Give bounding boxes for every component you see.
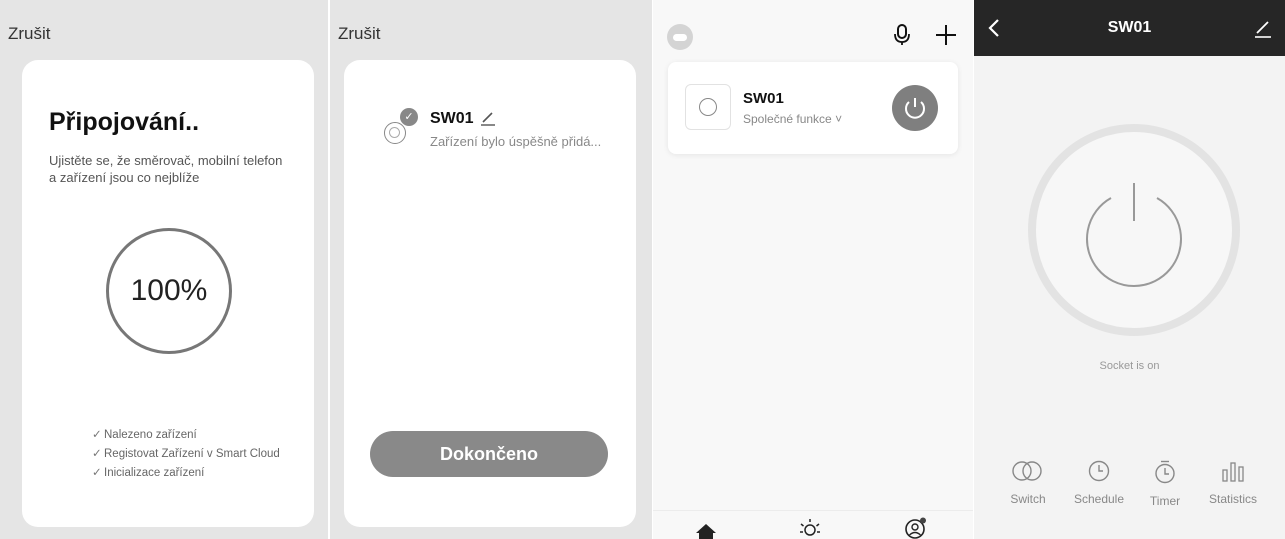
progress-ring: 100% xyxy=(106,228,232,354)
top-bar: SW01 xyxy=(974,0,1285,56)
power-toggle[interactable] xyxy=(1027,123,1241,337)
profile-icon[interactable] xyxy=(903,517,927,539)
device-status-text: Zařízení bylo úspěšně přidá... xyxy=(430,134,602,149)
device-added-card: ✓ SW01 Zařízení bylo úspěšně přidá... Do… xyxy=(344,60,636,527)
stopwatch-icon xyxy=(1155,460,1175,484)
connecting-screen: Zrušit Připojování.. Ujistěte se, že smě… xyxy=(0,0,328,539)
check-icon: ✓ xyxy=(92,429,102,441)
home-icon[interactable] xyxy=(695,523,717,539)
bottom-tab-bar xyxy=(653,510,973,539)
step-item: ✓ Inicializace zařízení xyxy=(92,464,280,483)
tab-switch[interactable]: Switch xyxy=(1000,460,1056,506)
step-item: ✓ Registovat Zařízení v Smart Cloud xyxy=(92,445,280,464)
device-control-screen: SW01 Socket is on Switch Schedule Timer … xyxy=(974,0,1285,539)
socket-icon xyxy=(384,122,406,144)
tab-label: Switch xyxy=(1010,492,1046,506)
done-button[interactable]: Dokončeno xyxy=(370,431,608,477)
check-icon: ✓ xyxy=(92,448,102,460)
socket-icon xyxy=(685,84,731,130)
pencil-icon[interactable] xyxy=(1254,20,1272,38)
bar-chart-icon xyxy=(1222,462,1244,482)
connecting-card: Připojování.. Ujistěte se, že směrovač, … xyxy=(22,60,314,527)
home-screen: SW01 Společné funkce ˅ xyxy=(653,0,973,539)
socket-status: Socket is on xyxy=(1099,360,1160,372)
cancel-button[interactable]: Zrušit xyxy=(338,24,381,44)
plus-icon[interactable] xyxy=(935,24,957,46)
step-label: Inicializace zařízení xyxy=(104,467,205,479)
device-name: SW01 xyxy=(743,90,784,107)
tab-label: Timer xyxy=(1149,494,1181,508)
checkmark-icon: ✓ xyxy=(400,108,418,126)
power-button[interactable] xyxy=(892,85,938,131)
power-icon xyxy=(905,98,925,119)
connecting-hint: Ujistěte se, že směrovač, mobilní telefo… xyxy=(49,153,283,185)
step-item: ✓ Nalezeno zařízení xyxy=(92,426,280,445)
tab-schedule[interactable]: Schedule xyxy=(1070,460,1128,506)
device-name: SW01 xyxy=(430,110,474,127)
tab-label: Statistics xyxy=(1208,492,1257,506)
connection-steps: ✓ Nalezeno zařízení ✓ Registovat Zařízení … xyxy=(92,426,280,483)
tab-statistics[interactable]: Statistics xyxy=(1202,460,1264,506)
clock-icon xyxy=(1088,460,1110,482)
sun-icon[interactable] xyxy=(798,517,822,539)
microphone-icon[interactable] xyxy=(894,24,910,46)
cancel-button[interactable]: Zrušit xyxy=(8,24,51,44)
power-icon xyxy=(1028,124,1240,336)
device-card[interactable]: SW01 Společné funkce ˅ xyxy=(668,62,958,154)
page-title: SW01 xyxy=(1107,19,1152,36)
pencil-icon[interactable] xyxy=(480,110,496,126)
progress-percent: 100% xyxy=(130,274,208,307)
avatar[interactable] xyxy=(667,24,693,50)
step-label: Nalezeno zařízení xyxy=(104,429,197,441)
switch-icon xyxy=(1012,461,1042,481)
check-icon: ✓ xyxy=(92,467,102,479)
step-label: Registovat Zařízení v Smart Cloud xyxy=(104,448,280,460)
tab-timer[interactable]: Timer xyxy=(1144,460,1186,508)
device-added-screen: Zrušit ✓ SW01 Zařízení bylo úspěšně přid… xyxy=(330,0,652,539)
tab-label: Schedule xyxy=(1073,492,1125,506)
page-title: Připojování.. xyxy=(49,108,200,136)
common-functions-dropdown[interactable]: Společné funkce ˅ xyxy=(743,112,842,126)
